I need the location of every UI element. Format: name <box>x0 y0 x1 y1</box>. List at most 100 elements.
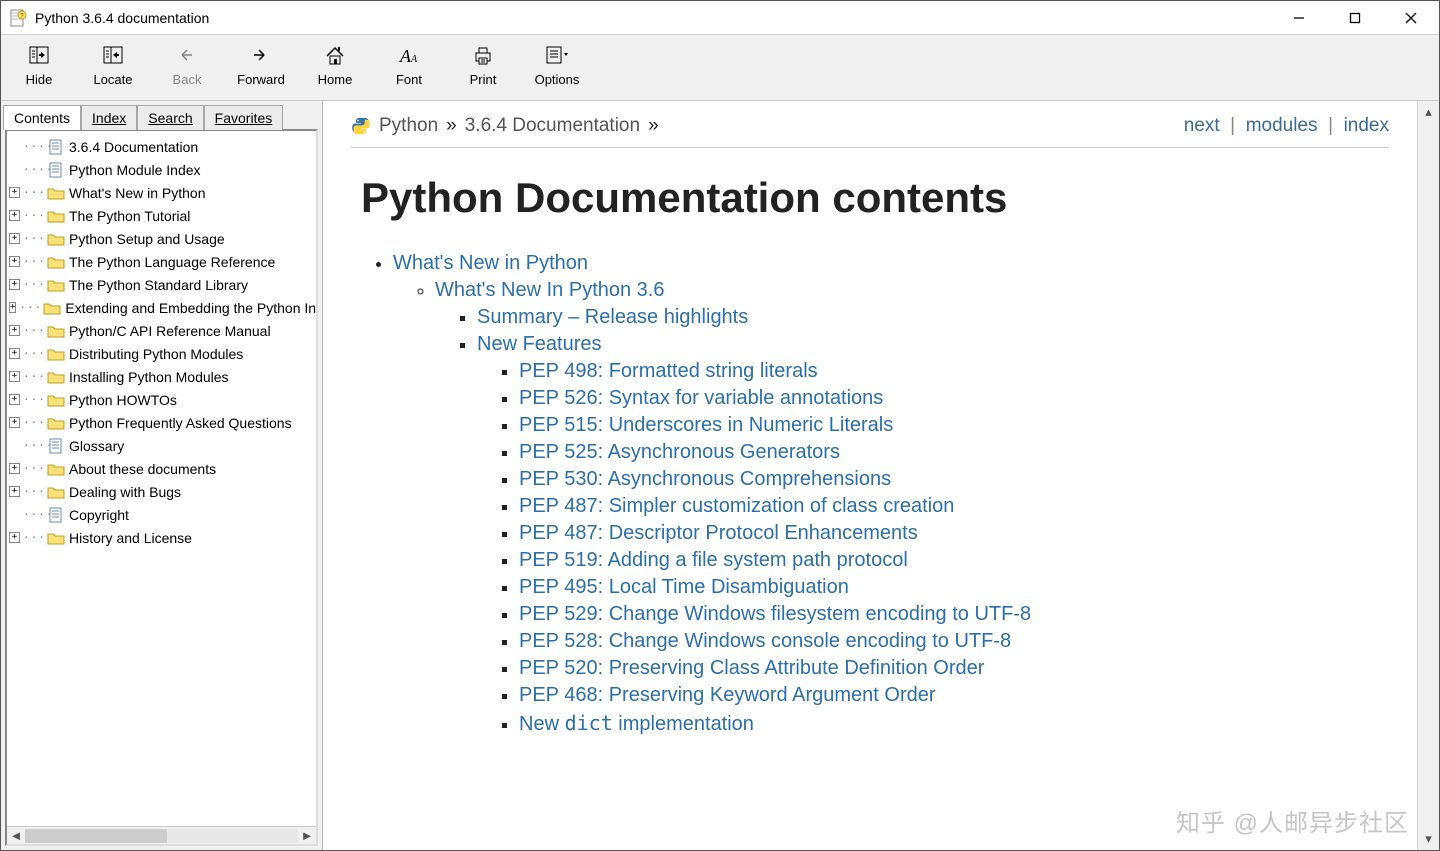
toc-link[interactable]: PEP 530: Asynchronous Comprehensions <box>519 468 891 490</box>
tree-item[interactable]: +····Dealing with Bugs <box>9 480 316 503</box>
expand-icon[interactable]: + <box>9 348 20 359</box>
tree-branch-icon: ···· <box>23 209 47 222</box>
scroll-down-icon[interactable]: ▾ <box>1418 828 1439 850</box>
maximize-button[interactable] <box>1327 1 1383 34</box>
toc-link[interactable]: PEP 526: Syntax for variable annotations <box>519 387 883 409</box>
expand-icon[interactable]: + <box>9 187 20 198</box>
font-button[interactable]: AA Font <box>377 39 441 99</box>
tree-item[interactable]: +····Installing Python Modules <box>9 365 316 388</box>
toc-link[interactable]: PEP 515: Underscores in Numeric Literals <box>519 414 893 436</box>
tree-branch-icon: ···· <box>23 163 47 176</box>
forward-button[interactable]: Forward <box>229 39 293 99</box>
options-button[interactable]: Options <box>525 39 589 99</box>
expand-icon[interactable]: + <box>9 210 20 221</box>
print-button[interactable]: Print <box>451 39 515 99</box>
tab-search[interactable]: Search <box>137 105 203 130</box>
expand-icon[interactable]: + <box>9 417 20 428</box>
document-view[interactable]: Python » 3.6.4 Documentation » next | mo… <box>323 101 1417 850</box>
tree-item[interactable]: +····Extending and Embedding the Python … <box>9 296 316 319</box>
tree-item[interactable]: ····Glossary <box>9 434 316 457</box>
expand-icon[interactable]: + <box>9 371 20 382</box>
tree-item[interactable]: +····What's New in Python <box>9 181 316 204</box>
vscroll-track[interactable] <box>1418 123 1439 828</box>
toc-whats-new-36[interactable]: What's New In Python 3.6 <box>435 279 664 301</box>
tree-item[interactable]: +····Distributing Python Modules <box>9 342 316 365</box>
toc-whats-new[interactable]: What's New in Python <box>393 252 588 274</box>
tree-branch-icon: ···· <box>23 186 47 199</box>
scroll-left-icon[interactable]: ◄ <box>7 828 25 844</box>
document-icon <box>47 438 65 454</box>
tree-branch-icon: ···· <box>23 439 47 452</box>
tree-container: ····3.6.4 Documentation····Python Module… <box>5 129 318 846</box>
window-controls <box>1271 1 1439 34</box>
crumb-doc[interactable]: 3.6.4 Documentation <box>465 115 640 137</box>
tree-item[interactable]: +····Python Setup and Usage <box>9 227 316 250</box>
expand-icon[interactable]: + <box>9 302 16 313</box>
hscroll-track[interactable] <box>25 829 298 843</box>
toc-link[interactable]: PEP 529: Change Windows filesystem encod… <box>519 603 1031 625</box>
folder-icon <box>47 277 65 293</box>
tree-item[interactable]: +····Python Frequently Asked Questions <box>9 411 316 434</box>
toolbar: Hide Locate Back Forward Home AA Font Pr… <box>1 35 1439 101</box>
minimize-button[interactable] <box>1271 1 1327 34</box>
folder-icon <box>47 530 65 546</box>
content-vscrollbar[interactable]: ▴ ▾ <box>1417 101 1439 850</box>
toc-link[interactable]: PEP 520: Preserving Class Attribute Defi… <box>519 657 984 679</box>
toc-summary[interactable]: Summary – Release highlights <box>477 306 748 328</box>
scroll-right-icon[interactable]: ► <box>298 828 316 844</box>
crumb-python[interactable]: Python <box>379 115 438 137</box>
tree-item[interactable]: +····The Python Language Reference <box>9 250 316 273</box>
toc-link[interactable]: PEP 519: Adding a file system path proto… <box>519 549 908 571</box>
toc-link[interactable]: PEP 487: Simpler customization of class … <box>519 495 954 517</box>
expand-icon[interactable]: + <box>9 279 20 290</box>
hide-button[interactable]: Hide <box>7 39 71 99</box>
expand-icon[interactable]: + <box>9 394 20 405</box>
tree-branch-icon: ···· <box>23 324 47 337</box>
toc-link[interactable]: PEP 525: Asynchronous Generators <box>519 441 840 463</box>
hscroll-thumb[interactable] <box>25 829 167 843</box>
tab-contents[interactable]: Contents <box>3 105 81 130</box>
expand-icon[interactable]: + <box>9 325 20 336</box>
tree-item[interactable]: ····3.6.4 Documentation <box>9 135 316 158</box>
expand-icon[interactable]: + <box>9 256 20 267</box>
expand-icon[interactable]: + <box>9 463 20 474</box>
scroll-up-icon[interactable]: ▴ <box>1418 101 1439 123</box>
toc-link[interactable]: New dict implementation <box>519 713 754 735</box>
toc-link[interactable]: PEP 487: Descriptor Protocol Enhancement… <box>519 522 918 544</box>
tree-item[interactable]: +····The Python Tutorial <box>9 204 316 227</box>
expand-icon[interactable]: + <box>9 233 20 244</box>
toc-new-features[interactable]: New Features <box>477 333 602 355</box>
toc: What's New in Python What's New In Pytho… <box>351 252 1389 736</box>
link-next[interactable]: next <box>1184 115 1220 136</box>
svg-text:A: A <box>410 54 418 65</box>
tree-item[interactable]: +····Python HOWTOs <box>9 388 316 411</box>
tree-hscrollbar[interactable]: ◄ ► <box>7 826 316 844</box>
tree-item-label: About these documents <box>69 461 216 477</box>
home-icon <box>321 41 349 69</box>
home-button[interactable]: Home <box>303 39 367 99</box>
back-arrow-icon <box>173 41 201 69</box>
toc-link[interactable]: PEP 468: Preserving Keyword Argument Ord… <box>519 684 936 706</box>
tab-index[interactable]: Index <box>81 105 137 130</box>
toc-link[interactable]: PEP 495: Local Time Disambiguation <box>519 576 849 598</box>
contents-tree[interactable]: ····3.6.4 Documentation····Python Module… <box>7 131 316 826</box>
tree-item[interactable]: +····Python/C API Reference Manual <box>9 319 316 342</box>
pep-list: PEP 498: Formatted string literals PEP 52… <box>477 360 1389 736</box>
toc-link[interactable]: PEP 498: Formatted string literals <box>519 360 818 382</box>
expand-icon[interactable]: + <box>9 486 20 497</box>
page-title: Python Documentation contents <box>361 174 1389 222</box>
tree-item[interactable]: +····History and License <box>9 526 316 549</box>
tab-favorites[interactable]: Favorites <box>204 105 284 130</box>
toc-link[interactable]: PEP 528: Change Windows console encoding… <box>519 630 1011 652</box>
folder-icon <box>47 415 65 431</box>
link-modules[interactable]: modules <box>1246 115 1318 136</box>
close-button[interactable] <box>1383 1 1439 34</box>
expand-icon[interactable]: + <box>9 532 20 543</box>
tree-item[interactable]: +····The Python Standard Library <box>9 273 316 296</box>
link-index[interactable]: index <box>1344 115 1389 136</box>
tree-item[interactable]: ····Python Module Index <box>9 158 316 181</box>
tree-item[interactable]: ····Copyright <box>9 503 316 526</box>
locate-button[interactable]: Locate <box>81 39 145 99</box>
forward-arrow-icon <box>247 41 275 69</box>
tree-item[interactable]: +····About these documents <box>9 457 316 480</box>
